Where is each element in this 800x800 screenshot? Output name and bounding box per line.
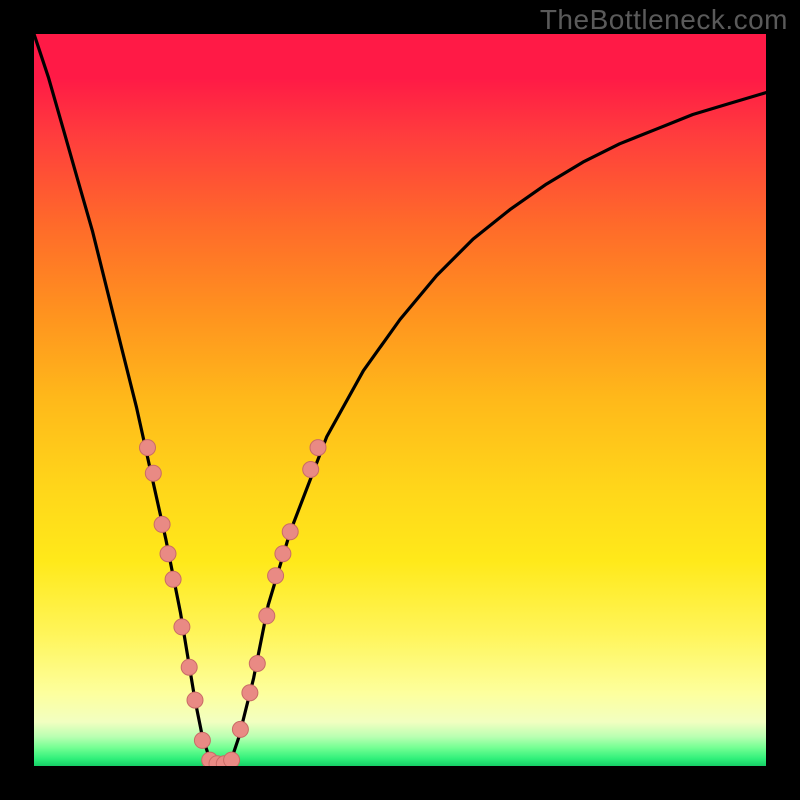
curve-layer (34, 34, 766, 766)
bottleneck-curve-path (34, 34, 766, 766)
data-marker (268, 568, 284, 584)
data-marker (160, 546, 176, 562)
data-marker (181, 659, 197, 675)
data-marker (194, 732, 210, 748)
plot-area (34, 34, 766, 766)
data-marker (310, 440, 326, 456)
data-marker (303, 462, 319, 478)
data-marker (224, 752, 240, 766)
data-marker (232, 721, 248, 737)
data-marker (187, 692, 203, 708)
data-markers (140, 440, 327, 766)
data-marker (154, 516, 170, 532)
data-marker (140, 440, 156, 456)
data-marker (165, 571, 181, 587)
data-marker (275, 546, 291, 562)
data-marker (259, 608, 275, 624)
data-marker (249, 656, 265, 672)
chart-frame: TheBottleneck.com (0, 0, 800, 800)
bottleneck-curve (34, 34, 766, 766)
data-marker (145, 465, 161, 481)
watermark-text: TheBottleneck.com (540, 4, 788, 36)
data-marker (242, 685, 258, 701)
data-marker (174, 619, 190, 635)
data-marker (282, 524, 298, 540)
